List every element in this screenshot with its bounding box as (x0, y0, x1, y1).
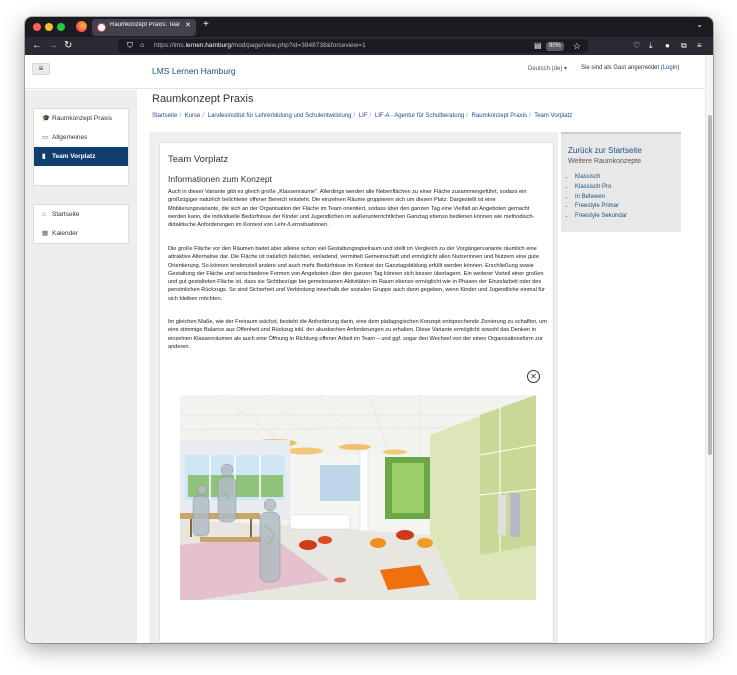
bookmark-star-icon[interactable]: ☆ (573, 41, 581, 51)
concept-link-klassisch-pro[interactable]: Klassisch Pro (575, 183, 627, 193)
calendar-icon: ▦ (42, 230, 49, 237)
tab-favicon-icon (97, 23, 106, 32)
zoom-window-button[interactable] (57, 23, 65, 31)
breadcrumb-item[interactable]: LIF (359, 113, 368, 119)
graduation-cap-icon: 🎓 (42, 115, 51, 122)
concept-links-list: Klassisch Klassisch Pro In Between Frees… (575, 173, 627, 222)
extensions-icon[interactable]: ⧉ (681, 40, 687, 52)
classroom-illustration (180, 395, 536, 600)
active-tab[interactable]: Raumkonzept Praxis: Team Vorplatz ✕ (92, 19, 196, 36)
back-arrow-icon[interactable]: ← (32, 39, 42, 53)
site-name-link[interactable]: LMS Lernen Hamburg (152, 66, 236, 76)
breadcrumb-item[interactable]: Landesinstitut für Lehrerbildung und Sch… (208, 113, 352, 119)
firefox-view-icon[interactable] (76, 21, 87, 32)
course-nav-block: 🎓 Raumkonzept Praxis ▭ Allgemeines ▮ Team V… (33, 108, 129, 186)
new-tab-button[interactable]: + (203, 20, 209, 30)
close-icon[interactable]: ✕ (527, 370, 540, 383)
nav-item-startseite[interactable]: ⌂ Startseite (34, 205, 128, 224)
list-all-tabs-icon[interactable]: ⌄ (696, 21, 703, 29)
breadcrumb-item[interactable]: Raumkonzept Praxis (472, 113, 527, 119)
nav-item-allgemeines[interactable]: ▭ Allgemeines (34, 128, 128, 147)
home-icon: ⌂ (42, 211, 46, 218)
minimize-window-button[interactable] (45, 23, 53, 31)
page-title: Raumkonzept Praxis (152, 93, 254, 105)
page-viewport: ≡ LMS Lernen Hamburg Deutsch (de) ▾ Sie … (25, 55, 713, 643)
scrollbar-thumb[interactable] (708, 115, 712, 455)
breadcrumb-item[interactable]: Kurse (185, 113, 201, 119)
tab-bar: Raumkonzept Praxis: Team Vorplatz ✕ + ⌄ (25, 17, 713, 37)
breadcrumb-item[interactable]: Startseite (152, 113, 177, 119)
site-nav-block: ⌂ Startseite ▦ Kalender (33, 204, 129, 244)
language-menu[interactable]: Deutsch (de) ▾ (528, 65, 567, 72)
login-link[interactable]: Login (663, 65, 678, 71)
zoom-level-badge[interactable]: 90% (546, 42, 565, 51)
account-icon[interactable]: ● (665, 40, 670, 52)
nav-drawer: 🎓 Raumkonzept Praxis ▭ Allgemeines ▮ Team V… (25, 90, 137, 643)
region-main: Team Vorplatz Informationen zum Konzept … (149, 132, 558, 643)
main-area: Raumkonzept Praxis Startseite / Kurse / La… (137, 90, 705, 643)
content-area: Team Vorplatz Informationen zum Konzept … (137, 130, 705, 643)
concept-link-freestyle-primar[interactable]: Freestyle Primar (575, 202, 627, 212)
back-to-startpage-link[interactable]: Zurück zur Startseite (568, 146, 642, 155)
sidebar-block: Zurück zur Startseite Weitere Raumkonzep… (561, 132, 681, 232)
desktop: Raumkonzept Praxis: Team Vorplatz ✕ + ⌄ … (0, 0, 737, 675)
lock-icon[interactable]: ⌂ (140, 41, 144, 51)
page-content-card: Team Vorplatz Informationen zum Konzept … (159, 142, 554, 643)
reload-icon[interactable]: ↻ (64, 39, 72, 53)
download-icon[interactable]: ⤓ (649, 40, 653, 52)
concept-link-in-between[interactable]: In Between (575, 193, 627, 203)
url-text[interactable]: https://lms.lernen.hamburg/mod/page/view… (154, 42, 366, 49)
nav-item-team-vorplatz[interactable]: ▮ Team Vorplatz (34, 147, 128, 166)
paragraph: Im gleichen Maße, wie der Freiraum wächs… (168, 319, 547, 350)
paragraph: Die große Fläche vor den Räumen bietet a… (168, 246, 545, 302)
classroom-rendering-image (180, 395, 536, 600)
url-bar[interactable]: ⛉ ⌂ https://lms.lernen.hamburg/mod/page/… (118, 39, 588, 53)
breadcrumb-item[interactable]: LIF-A - Agentur für Schulberatung (375, 113, 464, 119)
forward-arrow-icon[interactable]: → (48, 39, 58, 53)
page-scrollbar[interactable] (705, 55, 713, 643)
tab-close-icon[interactable]: ✕ (185, 22, 191, 29)
navigation-toolbar: ← → ↻ ⛉ ⌂ https://lms.lernen.hamburg/mod… (25, 37, 713, 55)
file-icon: ▮ (42, 153, 46, 160)
page-header: ≡ LMS Lernen Hamburg Deutsch (de) ▾ Sie … (25, 55, 705, 89)
concept-link-freestyle-sekundar[interactable]: Freestyle Sekundar (575, 212, 627, 222)
browser-window: Raumkonzept Praxis: Team Vorplatz ✕ + ⌄ … (25, 17, 713, 643)
paragraph: Auch in dieser Variante gibt es gleich g… (168, 189, 535, 229)
drawer-toggle-button[interactable]: ≡ (32, 63, 50, 75)
pocket-icon[interactable]: ♡ (633, 40, 640, 52)
section-title: Informationen zum Konzept (168, 174, 272, 184)
nav-item-raumkonzept-praxis[interactable]: 🎓 Raumkonzept Praxis (34, 109, 128, 128)
breadcrumb: Startseite / Kurse / Landesinstitut für Le… (152, 113, 573, 119)
sidebar-subtitle: Weitere Raumkonzepte (568, 158, 642, 165)
nav-item-kalender[interactable]: ▦ Kalender (34, 224, 128, 243)
breadcrumb-item[interactable]: Team Vorplatz (534, 113, 572, 119)
login-info: Sie sind als Gast angemeldet (Login) (581, 65, 680, 71)
tab-title: Raumkonzept Praxis: Team Vorplatz (110, 22, 180, 28)
concept-link-klassisch[interactable]: Klassisch (575, 173, 627, 183)
close-window-button[interactable] (33, 23, 41, 31)
activity-title: Team Vorplatz (168, 154, 229, 165)
menu-icon[interactable]: ≡ (697, 40, 702, 52)
reader-view-icon[interactable]: ▤ (534, 41, 542, 51)
shield-icon[interactable]: ⛉ (127, 41, 133, 51)
folder-icon: ▭ (42, 134, 49, 141)
